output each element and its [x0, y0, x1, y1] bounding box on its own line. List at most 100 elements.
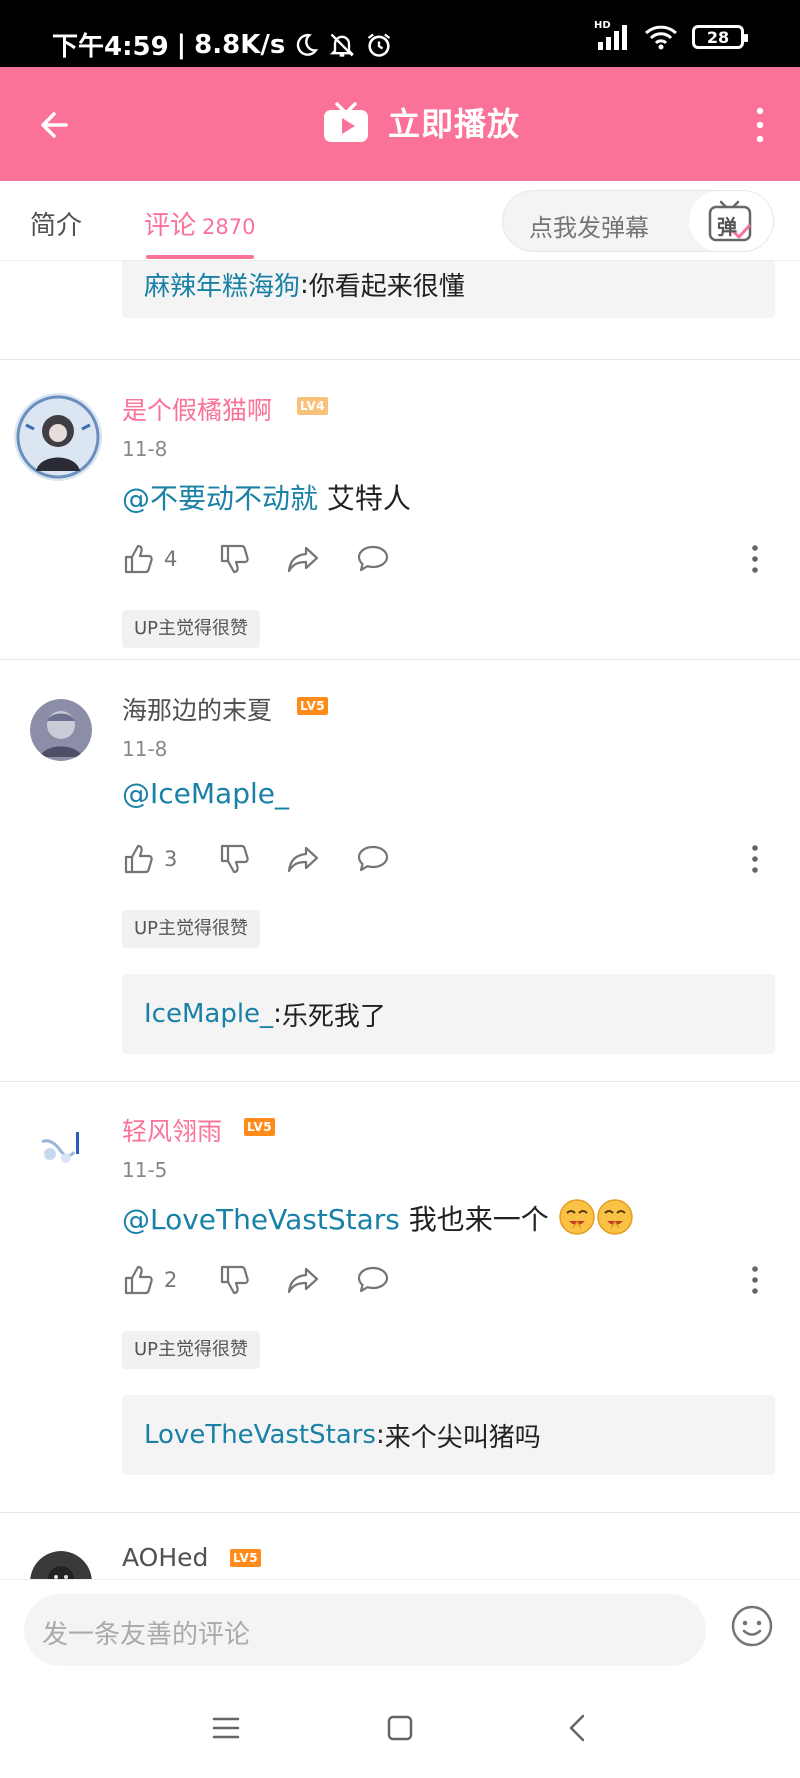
username[interactable]: 海那边的末夏: [122, 691, 272, 727]
back-arrow-icon[interactable]: [36, 103, 80, 147]
comment-date: 11-8: [122, 437, 168, 461]
status-bar: 下午4:59 | 8.8K/s HD 28: [0, 0, 800, 67]
wifi-icon: [644, 25, 678, 50]
thumbs-down-icon[interactable]: [218, 1264, 250, 1296]
level-badge: LV5: [230, 1549, 262, 1567]
like-count: 3: [164, 847, 178, 871]
comment-more-icon[interactable]: [750, 1264, 760, 1296]
home-square-icon[interactable]: [380, 1708, 420, 1748]
comment-body: 我也来一个: [399, 1203, 549, 1236]
share-icon[interactable]: [286, 843, 320, 875]
share-icon[interactable]: [286, 1264, 320, 1296]
menu-icon[interactable]: [206, 1708, 246, 1748]
danmaku-toggle-button[interactable]: 弹: [689, 191, 773, 251]
up-liked-badge: UP主觉得很赞: [122, 1331, 261, 1369]
avatar[interactable]: [30, 1120, 92, 1182]
thumbs-down-icon[interactable]: [218, 843, 250, 875]
reply-text: 你看起来很懂: [308, 272, 465, 302]
signal-icon: HD: [594, 20, 630, 50]
comment-date: 11-5: [122, 1158, 168, 1182]
status-left: 下午4:59 | 8.8K/s: [52, 26, 393, 63]
status-right: HD 28: [594, 20, 748, 50]
header-title: 立即播放: [388, 105, 521, 143]
tab-comments-count: 2870: [202, 215, 256, 239]
moon-icon: [297, 33, 319, 56]
level-badge: LV5: [244, 1118, 276, 1136]
tab-comments[interactable]: 评论 2870: [144, 205, 255, 242]
system-nav-bar: [0, 1678, 800, 1778]
status-separator: |: [176, 29, 187, 60]
reply-preview[interactable]: IceMaple_ : 乐死我了: [122, 974, 775, 1054]
mention-link[interactable]: @不要动不动就: [122, 482, 318, 515]
tab-intro[interactable]: 简介: [30, 205, 82, 242]
thumbs-up-icon: [124, 544, 153, 574]
emoji-picker-icon[interactable]: [730, 1604, 774, 1648]
share-icon[interactable]: [286, 543, 320, 575]
thumbs-up-icon: [124, 1265, 153, 1295]
comment-more-icon[interactable]: [750, 543, 760, 575]
reply-preview[interactable]: LoveTheVastStars : 来个尖叫猪吗: [122, 1395, 775, 1475]
emoji-icon: [596, 1199, 633, 1235]
divider: [0, 659, 800, 660]
reply-bubble-icon[interactable]: [356, 1264, 390, 1296]
bell-off-icon: [330, 33, 355, 57]
divider: [0, 1512, 800, 1513]
comment-actions: 3: [122, 843, 782, 883]
comment-more-icon[interactable]: [750, 843, 760, 875]
comment-text: @LoveTheVastStars 我也来一个: [122, 1198, 634, 1238]
mention-link[interactable]: @LoveTheVastStars: [122, 1203, 400, 1236]
danmaku-icon-label: 弹: [717, 215, 737, 239]
tab-active-indicator: [146, 255, 254, 259]
video-header: 立即播放: [0, 67, 800, 181]
up-liked-badge: UP主觉得很赞: [122, 610, 261, 648]
reply-text: 来个尖叫猪吗: [384, 1422, 541, 1453]
reply-separator: :: [375, 1420, 385, 1450]
reply-separator: :: [300, 269, 309, 300]
danmaku-input[interactable]: 点我发弹幕 弹: [502, 190, 774, 252]
comment-list[interactable]: 麻辣年糕海狗 : 你看起来很懂 是个假橘猫啊 LV4 11-8 @不要动不动就 …: [0, 261, 800, 1579]
level-badge: LV5: [297, 697, 329, 715]
like-button[interactable]: 3: [122, 843, 177, 875]
tab-comments-label: 评论: [144, 211, 197, 241]
tv-icon: [324, 102, 368, 142]
comment-text: @IceMaple_: [122, 777, 289, 810]
mention-link[interactable]: @IceMaple_: [122, 777, 289, 810]
like-button[interactable]: 2: [122, 1264, 177, 1296]
danmaku-icon: 弹: [708, 200, 754, 242]
battery-level: 28: [706, 27, 730, 47]
more-vertical-icon[interactable]: [750, 103, 770, 147]
reply-username[interactable]: 麻辣年糕海狗: [144, 266, 300, 303]
comment-actions: 4: [122, 543, 782, 583]
reply-preview[interactable]: 麻辣年糕海狗 : 你看起来很懂: [122, 261, 775, 318]
thumbs-up-icon: [124, 844, 153, 874]
back-chevron-icon[interactable]: [558, 1708, 598, 1748]
comment-input[interactable]: 发一条友善的评论: [24, 1594, 706, 1666]
alarm-icon: [368, 33, 391, 57]
avatar[interactable]: [12, 391, 104, 483]
username[interactable]: AOHed: [122, 1543, 208, 1572]
like-count: 4: [164, 547, 178, 571]
reply-bubble-icon[interactable]: [356, 843, 390, 875]
up-liked-badge: UP主觉得很赞: [122, 910, 261, 948]
comment-input-placeholder: 发一条友善的评论: [42, 1620, 251, 1650]
divider: [0, 359, 800, 360]
like-count: 2: [164, 1268, 178, 1292]
avatar[interactable]: [30, 1551, 92, 1579]
comment-actions: 2: [122, 1264, 782, 1304]
emoji-icon: [558, 1199, 595, 1235]
username[interactable]: 轻风翎雨: [122, 1112, 222, 1148]
status-time: 下午4:59: [52, 32, 169, 62]
thumbs-down-icon[interactable]: [218, 543, 250, 575]
reply-username[interactable]: LoveTheVastStars: [144, 1420, 376, 1450]
reply-bubble-icon[interactable]: [356, 543, 390, 575]
danmaku-placeholder: 点我发弹幕: [529, 214, 649, 242]
play-now-button[interactable]: 立即播放: [322, 99, 520, 145]
avatar[interactable]: [30, 699, 92, 761]
level-badge: LV4: [297, 397, 329, 415]
divider: [0, 1081, 800, 1082]
username[interactable]: 是个假橘猫啊: [122, 391, 272, 427]
tab-bar: 简介 评论 2870 点我发弹幕 弹: [0, 181, 800, 261]
network-speed: 8.8K/s: [194, 29, 286, 60]
like-button[interactable]: 4: [122, 543, 177, 575]
reply-username[interactable]: IceMaple_: [144, 999, 273, 1029]
